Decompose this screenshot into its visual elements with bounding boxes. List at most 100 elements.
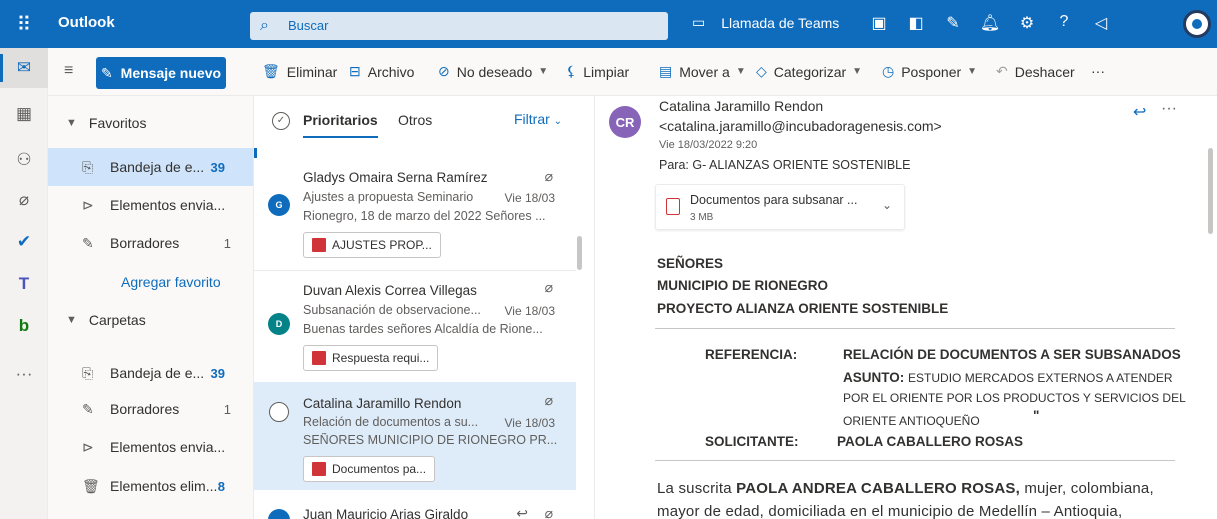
app-rail: ✉ ▦ ⚇ ⌀ ✔ T b ··· (0, 48, 48, 519)
select-radio[interactable] (269, 402, 289, 422)
message-list-scrollbar[interactable] (575, 144, 584, 519)
message-subject: Ajustes a propuesta Seminario (303, 190, 474, 204)
attachment-chip[interactable]: Respuesta requi... (303, 345, 439, 371)
unread-indicator (254, 148, 257, 158)
calendar-icon[interactable]: ▦ (0, 94, 48, 134)
more-commands-button[interactable]: ··· (1091, 63, 1105, 79)
recipient-line[interactable]: Para: G- ALIANZAS ORIENTE SOSTENIBLE (659, 158, 910, 172)
help-icon[interactable]: ? (1053, 13, 1075, 31)
list-item-selected[interactable]: Catalina Jaramillo Rendon ⌀ Relación de … (254, 382, 576, 490)
folder-drafts-favorite[interactable]: ✎ Borradores 1 (48, 224, 253, 262)
block-icon: ⊘ (438, 63, 450, 79)
sender-name[interactable]: Catalina Jaramillo Rendon (659, 98, 823, 114)
undo-button[interactable]: ↶ Deshacer (996, 63, 1075, 80)
message-date: Vie 18/03 (504, 416, 556, 430)
folders-label: Carpetas (88, 312, 146, 328)
office-icon[interactable]: ◧ (905, 13, 927, 33)
app-launcher-icon[interactable]: ⠿ (0, 0, 48, 48)
sweep-button[interactable]: ⚸ Limpiar (566, 63, 629, 80)
chevron-down-icon: ▼ (66, 314, 77, 326)
scrollbar-thumb[interactable] (577, 236, 582, 270)
attachment-chip[interactable]: AJUSTES PROP... (303, 232, 441, 258)
command-bar: ≡ ✎ Mensaje nuevo 🗑︎ Eliminar ⊟ Archivo ⊘ N… (48, 48, 1217, 96)
folders-header[interactable]: ▼ Carpetas (66, 312, 146, 328)
asunto-label: ASUNTO: (843, 370, 905, 385)
add-favorite-link[interactable]: Agregar favorito (121, 274, 221, 290)
folder-deleted[interactable]: 🗑︎ Elementos elim... 8 (48, 467, 253, 505)
folder-drafts[interactable]: ✎ Borradores 1 (48, 390, 253, 428)
new-mail-button[interactable]: ✎ Mensaje nuevo (96, 57, 226, 89)
body-line: SEÑORES (657, 256, 724, 271)
message-preview: Rionegro, 18 de marzo del 2022 Señores .… (303, 209, 546, 223)
bell-icon[interactable]: 🔔︎ (979, 13, 1001, 33)
folder-inbox[interactable]: ⎘ Bandeja de e... 39 (48, 354, 253, 392)
bookings-icon[interactable]: b (0, 306, 48, 346)
archive-button[interactable]: ⊟ Archivo (349, 63, 414, 80)
broom-icon: ⚸ (566, 63, 577, 79)
folder-sent-favorite[interactable]: ⊳ Elementos envia... (48, 186, 253, 224)
chevron-down-icon[interactable]: ⌄ (882, 198, 892, 212)
body-line: MUNICIPIO DE RIONEGRO (657, 278, 829, 293)
snooze-button[interactable]: ◷ Posponer ▼ (882, 63, 977, 80)
list-item[interactable]: Juan Mauricio Arias Giraldo ↩ ⌀ (254, 491, 576, 519)
feedback-icon[interactable]: ◁ (1090, 13, 1112, 33)
draft-count: 1 (223, 401, 231, 417)
message-date: Vie 18/03 (504, 191, 556, 205)
app-title[interactable]: Outlook (58, 14, 115, 31)
more-actions-icon[interactable]: ··· (1161, 100, 1177, 118)
solicitante-label: SOLICITANTE: (705, 434, 799, 449)
message-sender: Catalina Jaramillo Rendon (303, 396, 462, 411)
pencil-icon: ✎ (82, 234, 94, 251)
more-apps-icon[interactable]: ··· (0, 354, 48, 394)
list-item[interactable]: G Gladys Omaira Serna Ramírez ⌀ Ajustes … (254, 160, 576, 270)
body-text: mujer, colombiana, (1019, 480, 1154, 497)
tab-focused[interactable]: Prioritarios (303, 112, 378, 138)
body-text: mayor de edad, domiciliada en el municip… (657, 503, 1123, 519)
todo-check-icon[interactable]: ✔ (0, 222, 48, 262)
move-button[interactable]: ▤ Mover a ▼ (659, 63, 746, 80)
folder-inbox-favorite[interactable]: ⎘ Bandeja de e... 39 (48, 148, 253, 186)
search-box[interactable]: ⌕ Buscar (250, 12, 668, 40)
teams-chat-icon[interactable]: ▣ (868, 13, 890, 33)
teams-icon[interactable]: T (0, 264, 48, 304)
categorize-button[interactable]: ◇ Categorizar ▼ (756, 63, 862, 80)
tab-other[interactable]: Otros (398, 112, 432, 128)
trash-icon: 🗑︎ (82, 477, 100, 494)
paperclip-icon: ⌀ (544, 505, 553, 519)
scrollbar-thumb[interactable] (1208, 148, 1213, 234)
message-preview: SEÑORES MUNICIPIO DE RIONEGRO PR... (303, 433, 558, 447)
move-label: Mover a (679, 63, 730, 80)
chevron-down-icon: ▼ (852, 66, 863, 77)
account-avatar[interactable] (1183, 10, 1211, 38)
folder-sent[interactable]: ⊳ Elementos envia... (48, 428, 253, 466)
reading-pane-scrollbar[interactable] (1205, 96, 1217, 519)
reply-icon[interactable]: ↩ (1133, 102, 1146, 122)
avatar: G (268, 194, 290, 216)
delete-label: Eliminar (286, 63, 338, 80)
select-all-checkbox[interactable]: ✓ (272, 112, 290, 130)
people-icon[interactable]: ⚇ (0, 140, 48, 180)
junk-button[interactable]: ⊘ No deseado ▼ (438, 63, 548, 80)
mail-icon[interactable]: ✉ (0, 48, 48, 88)
folder-move-icon: ▤ (659, 63, 673, 79)
unread-count: 39 (210, 159, 225, 175)
favorites-header[interactable]: ▼ Favoritos (66, 115, 146, 131)
delete-button[interactable]: 🗑︎ Eliminar (262, 63, 337, 80)
gear-icon[interactable]: ⚙ (1016, 13, 1038, 33)
list-item[interactable]: D Duvan Alexis Correa Villegas ⌀ Subsana… (254, 271, 576, 381)
search-input[interactable]: Buscar (288, 18, 328, 33)
attachment-card[interactable]: Documentos para subsanar ... 3 MB ⌄ (655, 184, 905, 230)
sender-email[interactable]: <catalina.jaramillo@incubadoragenesis.co… (659, 118, 942, 134)
paperclip-icon[interactable]: ⌀ (0, 180, 48, 220)
attachment-name: Respuesta requi... (332, 351, 430, 365)
attachment-chip[interactable]: Documentos pa... (303, 456, 436, 482)
my-day-icon[interactable]: ✎ (942, 13, 964, 33)
attachment-name: Documentos para subsanar ... (690, 193, 858, 207)
sent-date: Vie 18/03/2022 9:20 (659, 139, 758, 151)
hamburger-menu-icon[interactable]: ≡ (64, 62, 73, 80)
attachment-name: AJUSTES PROP... (332, 238, 432, 252)
filter-button[interactable]: Filtrar ⌄ (514, 111, 562, 127)
body-line: PROYECTO ALIANZA ORIENTE SOSTENIBLE (657, 301, 949, 316)
teams-call-button[interactable]: ▭ Llamada de Teams (692, 14, 839, 31)
sender-avatar[interactable]: CR (609, 106, 641, 138)
